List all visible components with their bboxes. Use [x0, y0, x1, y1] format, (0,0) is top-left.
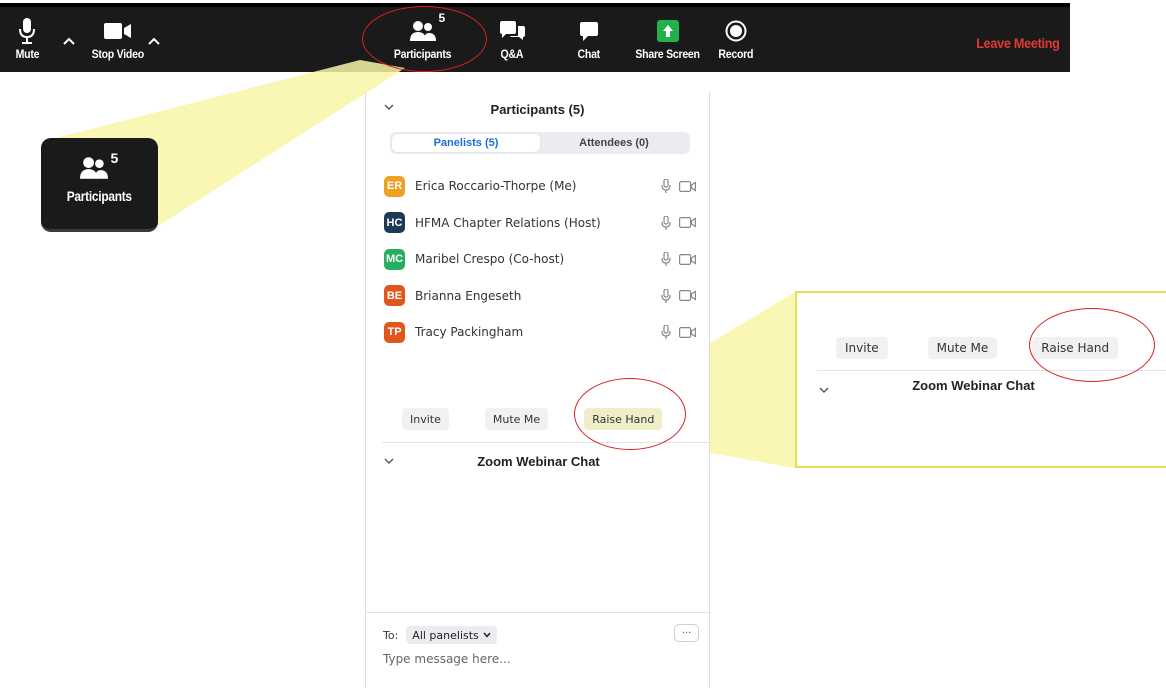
share-screen-label: Share Screen: [635, 47, 700, 61]
participants-header: Participants (5): [366, 92, 709, 126]
audio-options-chevron-up-icon[interactable]: [63, 32, 75, 50]
meeting-toolbar: Mute Stop Video 5 Participants Q&A Chat …: [0, 3, 1070, 72]
leave-meeting-button[interactable]: Leave Meeting: [977, 35, 1061, 51]
record-icon: [725, 15, 747, 47]
invite-button[interactable]: Invite: [836, 337, 888, 359]
participant-row[interactable]: MC Maribel Crespo (Co-host): [384, 241, 704, 278]
participants-icon: 5: [79, 150, 120, 182]
participant-row[interactable]: HC HFMA Chapter Relations (Host): [384, 205, 704, 242]
more-options-button[interactable]: ···: [674, 624, 699, 642]
video-camera-icon[interactable]: [679, 217, 696, 228]
mute-me-button[interactable]: Mute Me: [927, 337, 998, 359]
collapse-chevron-down-icon[interactable]: [384, 456, 394, 466]
avatar: MC: [384, 248, 405, 270]
microphone-icon: [19, 15, 36, 47]
avatar: TP: [384, 321, 405, 343]
chevron-down-icon: [483, 632, 491, 638]
video-camera-icon[interactable]: [679, 326, 696, 338]
qa-button[interactable]: Q&A: [498, 15, 526, 61]
to-label: To:: [383, 628, 399, 642]
mute-me-button[interactable]: Mute Me: [484, 408, 549, 430]
participant-name: Maribel Crespo (Co-host): [415, 252, 565, 267]
chat-title: Zoom Webinar Chat: [477, 453, 600, 469]
participant-name: Erica Roccario-Thorpe (Me): [415, 179, 577, 194]
chat-message-input[interactable]: [383, 649, 683, 669]
video-camera-icon: [103, 15, 132, 47]
collapse-chevron-down-icon[interactable]: [384, 102, 394, 112]
microphone-icon[interactable]: [661, 252, 671, 266]
qa-label: Q&A: [500, 47, 524, 61]
divider: [366, 612, 711, 613]
recipient-value: All panelists: [412, 628, 479, 642]
qa-bubbles-icon: [498, 15, 526, 47]
participants-zoom-callout: 5 Participants: [41, 138, 158, 232]
video-camera-icon[interactable]: [679, 253, 696, 265]
participant-row[interactable]: BE Brianna Engeseth: [384, 278, 704, 315]
video-camera-icon[interactable]: [679, 290, 696, 301]
recipient-select[interactable]: All panelists: [406, 626, 497, 644]
participants-tabs: Panelists (5) Attendees (0): [390, 132, 690, 154]
tab-panelists[interactable]: Panelists (5): [392, 134, 540, 152]
participant-name: Tracy Packingham: [415, 325, 524, 340]
microphone-icon[interactable]: [661, 215, 671, 230]
participant-row[interactable]: TP Tracy Packingham: [384, 314, 704, 351]
chat-bubble-icon: [578, 15, 600, 47]
chat-recipient-row: To: All panelists ···: [383, 624, 701, 646]
mute-button[interactable]: Mute: [14, 15, 41, 61]
microphone-icon[interactable]: [661, 288, 671, 303]
mute-label: Mute: [15, 47, 40, 61]
chat-header: Zoom Webinar Chat: [366, 448, 711, 474]
share-screen-icon: [656, 15, 679, 47]
participants-highlight-ring: [362, 6, 487, 72]
chat-label: Chat: [577, 47, 601, 61]
video-camera-icon[interactable]: [679, 180, 696, 192]
avatar: ER: [384, 175, 405, 197]
participants-title: Participants (5): [490, 101, 585, 117]
avatar: BE: [384, 285, 405, 307]
chat-button[interactable]: Chat: [576, 15, 601, 61]
video-options-chevron-up-icon[interactable]: [148, 32, 160, 50]
raise-hand-zoom-highlight-ring: [1029, 308, 1155, 382]
invite-button[interactable]: Invite: [402, 408, 449, 430]
avatar: HC: [384, 212, 405, 234]
share-screen-button[interactable]: Share Screen: [631, 15, 704, 61]
participant-name: Brianna Engeseth: [415, 288, 522, 303]
tab-attendees[interactable]: Attendees (0): [540, 134, 688, 152]
participants-label: Participants: [66, 188, 133, 204]
microphone-icon[interactable]: [661, 325, 671, 339]
stop-video-label: Stop Video: [91, 47, 145, 61]
stop-video-button[interactable]: Stop Video: [88, 15, 147, 61]
participant-name: HFMA Chapter Relations (Host): [415, 215, 601, 230]
record-label: Record: [718, 47, 754, 61]
participant-list: ER Erica Roccario-Thorpe (Me) HC HFMA Ch…: [384, 168, 704, 351]
participants-count: 5: [110, 150, 119, 166]
participant-row[interactable]: ER Erica Roccario-Thorpe (Me): [384, 168, 704, 205]
record-button[interactable]: Record: [716, 15, 756, 61]
raise-hand-highlight-ring: [574, 378, 686, 450]
microphone-icon[interactable]: [661, 179, 671, 193]
